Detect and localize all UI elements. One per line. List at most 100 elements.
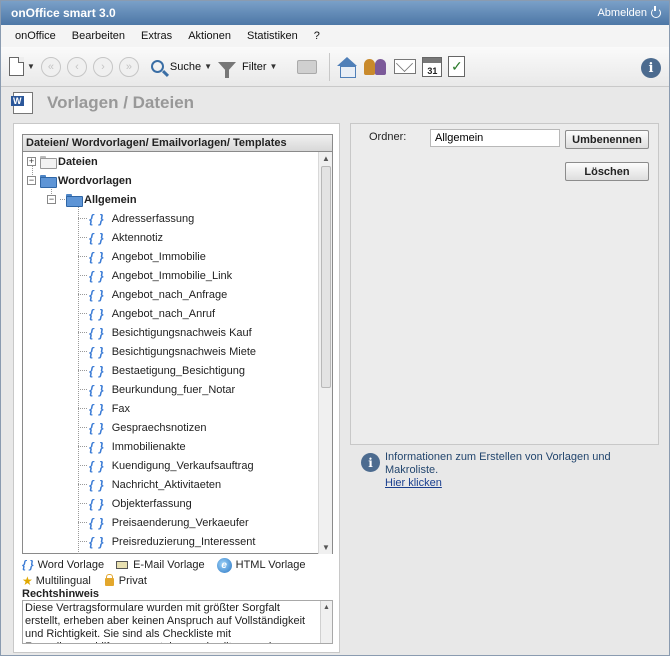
expand-icon[interactable]: +	[27, 157, 36, 166]
ordner-input[interactable]	[430, 129, 560, 147]
delete-button[interactable]: Löschen	[565, 162, 649, 181]
list-item-label: Angebot_nach_Anruf	[111, 307, 216, 320]
word-template-icon: { }	[89, 325, 105, 340]
word-template-icon: { }	[89, 287, 105, 302]
menu-onoffice[interactable]: onOffice	[15, 30, 56, 42]
tasks-button[interactable]: ✓	[448, 54, 466, 80]
chevron-down-icon: ▼	[269, 62, 278, 71]
collapse-icon[interactable]: −	[47, 195, 56, 204]
calendar-day: 31	[427, 65, 438, 76]
list-item[interactable]: { } Preisaenderung_Verkaeufer	[78, 513, 249, 532]
list-item[interactable]: { } Besichtigungsnachweis Kauf	[78, 323, 252, 342]
list-item[interactable]: { } Fax	[78, 399, 130, 418]
list-item[interactable]: { } Angebot_Immobilie_Link	[78, 266, 232, 285]
menu-bearbeiten[interactable]: Bearbeiten	[72, 30, 125, 42]
properties-button[interactable]	[336, 54, 358, 80]
logout-button[interactable]: Abmelden	[597, 6, 661, 19]
legend: { } Word Vorlage E-Mail Vorlage e HTML V…	[22, 557, 333, 589]
folder-open-icon	[66, 194, 83, 207]
list-item-label: Preisreduzierung_Interessent	[111, 535, 256, 548]
tree-body: + Dateien − Wordvorlagen − Allgemein { }…	[23, 152, 318, 554]
search-button[interactable]: Suche ▼	[150, 54, 213, 80]
calendar-icon: 31	[422, 56, 443, 77]
collapse-icon[interactable]: −	[27, 176, 36, 185]
list-item[interactable]: { } Angebot_nach_Anruf	[78, 304, 215, 323]
legend-word: { } Word Vorlage	[22, 559, 105, 571]
list-item[interactable]: { } Preisreduzierung_Interessent	[78, 532, 255, 551]
word-template-icon: { }	[89, 344, 105, 359]
word-template-icon: { }	[89, 306, 105, 321]
list-item[interactable]: { } Nachricht_Aktivitaeten	[78, 475, 221, 494]
menu-statistiken[interactable]: Statistiken	[247, 30, 298, 42]
filter-button[interactable]: Filter ▼	[218, 54, 277, 80]
app-window: onOffice smart 3.0 Abmelden onOffice Bea…	[0, 0, 670, 656]
filter-label: Filter	[242, 60, 267, 73]
new-document-button[interactable]: ▼	[9, 54, 35, 80]
list-item[interactable]: { } Aktennotiz	[78, 228, 163, 247]
envelope-icon	[394, 59, 417, 74]
list-item-label: Besichtigungsnachweis Miete	[111, 345, 256, 358]
list-item-label: Nachricht_Aktivitaeten	[111, 478, 222, 491]
last-record-icon[interactable]: »	[118, 56, 139, 77]
chevron-down-icon: ▼	[204, 62, 213, 71]
list-item[interactable]: { } Besichtigungsnachweis Miete	[78, 342, 256, 361]
print-button[interactable]	[297, 54, 318, 80]
help-link[interactable]: Hier klicken	[385, 477, 442, 489]
word-template-icon: { }	[89, 363, 105, 378]
scroll-thumb[interactable]	[321, 166, 331, 388]
word-template-icon: { }	[89, 458, 105, 473]
info-icon[interactable]: i	[641, 58, 661, 78]
list-item-label: Angebot_Immobilie	[111, 250, 206, 263]
tree-node-label: Wordvorlagen	[58, 174, 132, 187]
info-row: i Informationen zum Erstellen von Vorlag…	[361, 451, 661, 490]
legend-html: e HTML Vorlage	[216, 557, 306, 573]
list-item[interactable]: { } Kuendigung_Verkaufsauftrag	[78, 456, 254, 475]
app-title: onOffice smart 3.0	[11, 6, 116, 20]
info-icon: i	[361, 453, 380, 472]
right-panel: Ordner: Umbenennen Löschen	[350, 123, 659, 445]
toolbar: ▼ « ‹ › » Suche ▼ Filter ▼ 31 ✓ i	[1, 47, 669, 87]
list-item-label: Besichtigungsnachweis Kauf	[111, 326, 252, 339]
word-template-icon: { }	[89, 477, 105, 492]
list-item[interactable]: { } Objekterfassung	[78, 494, 192, 513]
menu-extras[interactable]: Extras	[141, 30, 172, 42]
ordner-label: Ordner:	[369, 131, 407, 143]
tree-node-label: Dateien	[58, 155, 98, 168]
menu-help[interactable]: ?	[314, 30, 320, 42]
rename-button[interactable]: Umbenennen	[565, 130, 649, 149]
scroll-up-icon[interactable]: ▲	[322, 154, 330, 163]
first-record-icon[interactable]: «	[40, 56, 61, 77]
tree-node-allgemein[interactable]: − Allgemein	[47, 190, 137, 209]
list-item[interactable]: { } Immobilienakte	[78, 437, 186, 456]
legend-multilingual: ★ Multilingual	[22, 574, 91, 588]
list-item-label: Kuendigung_Verkaufsauftrag	[111, 459, 254, 472]
tree-node-wordvorlagen[interactable]: − Wordvorlagen	[27, 171, 132, 190]
rechtshinweis-box[interactable]: Diese Vertragsformulare wurden mit größt…	[22, 600, 333, 644]
list-item-label: Fax	[111, 402, 131, 415]
email-button[interactable]	[394, 54, 417, 80]
menu-aktionen[interactable]: Aktionen	[188, 30, 231, 42]
tree-scrollbar[interactable]: ▲ ▼	[318, 152, 332, 554]
rechtshinweis-scrollbar[interactable]: ▲	[320, 601, 332, 643]
calendar-button[interactable]: 31	[422, 54, 443, 80]
addresses-button[interactable]	[364, 54, 388, 80]
list-item[interactable]: { } Bestaetigung_Besichtigung	[78, 361, 245, 380]
next-record-icon[interactable]: ›	[92, 56, 113, 77]
titlebar: onOffice smart 3.0 Abmelden	[1, 1, 669, 25]
nav-buttons: « ‹ › »	[40, 54, 145, 80]
list-item[interactable]: { } Angebot_Immobilie	[78, 247, 206, 266]
rechtshinweis-title: Rechtshinweis	[22, 588, 100, 600]
list-item-label: Objekterfassung	[111, 497, 192, 510]
page-header: Vorlagen / Dateien	[1, 88, 669, 118]
legend-privat: Privat	[103, 574, 147, 587]
list-item[interactable]: { } Adresserfassung	[78, 209, 194, 228]
scroll-down-icon[interactable]: ▼	[322, 543, 330, 552]
list-item[interactable]: { } Angebot_nach_Anfrage	[78, 285, 227, 304]
list-item[interactable]: { } Gespraechsnotizen	[78, 418, 206, 437]
checklist-icon: ✓	[448, 56, 466, 77]
previous-record-icon[interactable]: ‹	[66, 56, 87, 77]
list-item[interactable]: { } Beurkundung_fuer_Notar	[78, 380, 235, 399]
tree-node-dateien[interactable]: + Dateien	[27, 152, 98, 171]
new-document-icon	[9, 57, 24, 76]
word-template-icon: { }	[89, 496, 105, 511]
